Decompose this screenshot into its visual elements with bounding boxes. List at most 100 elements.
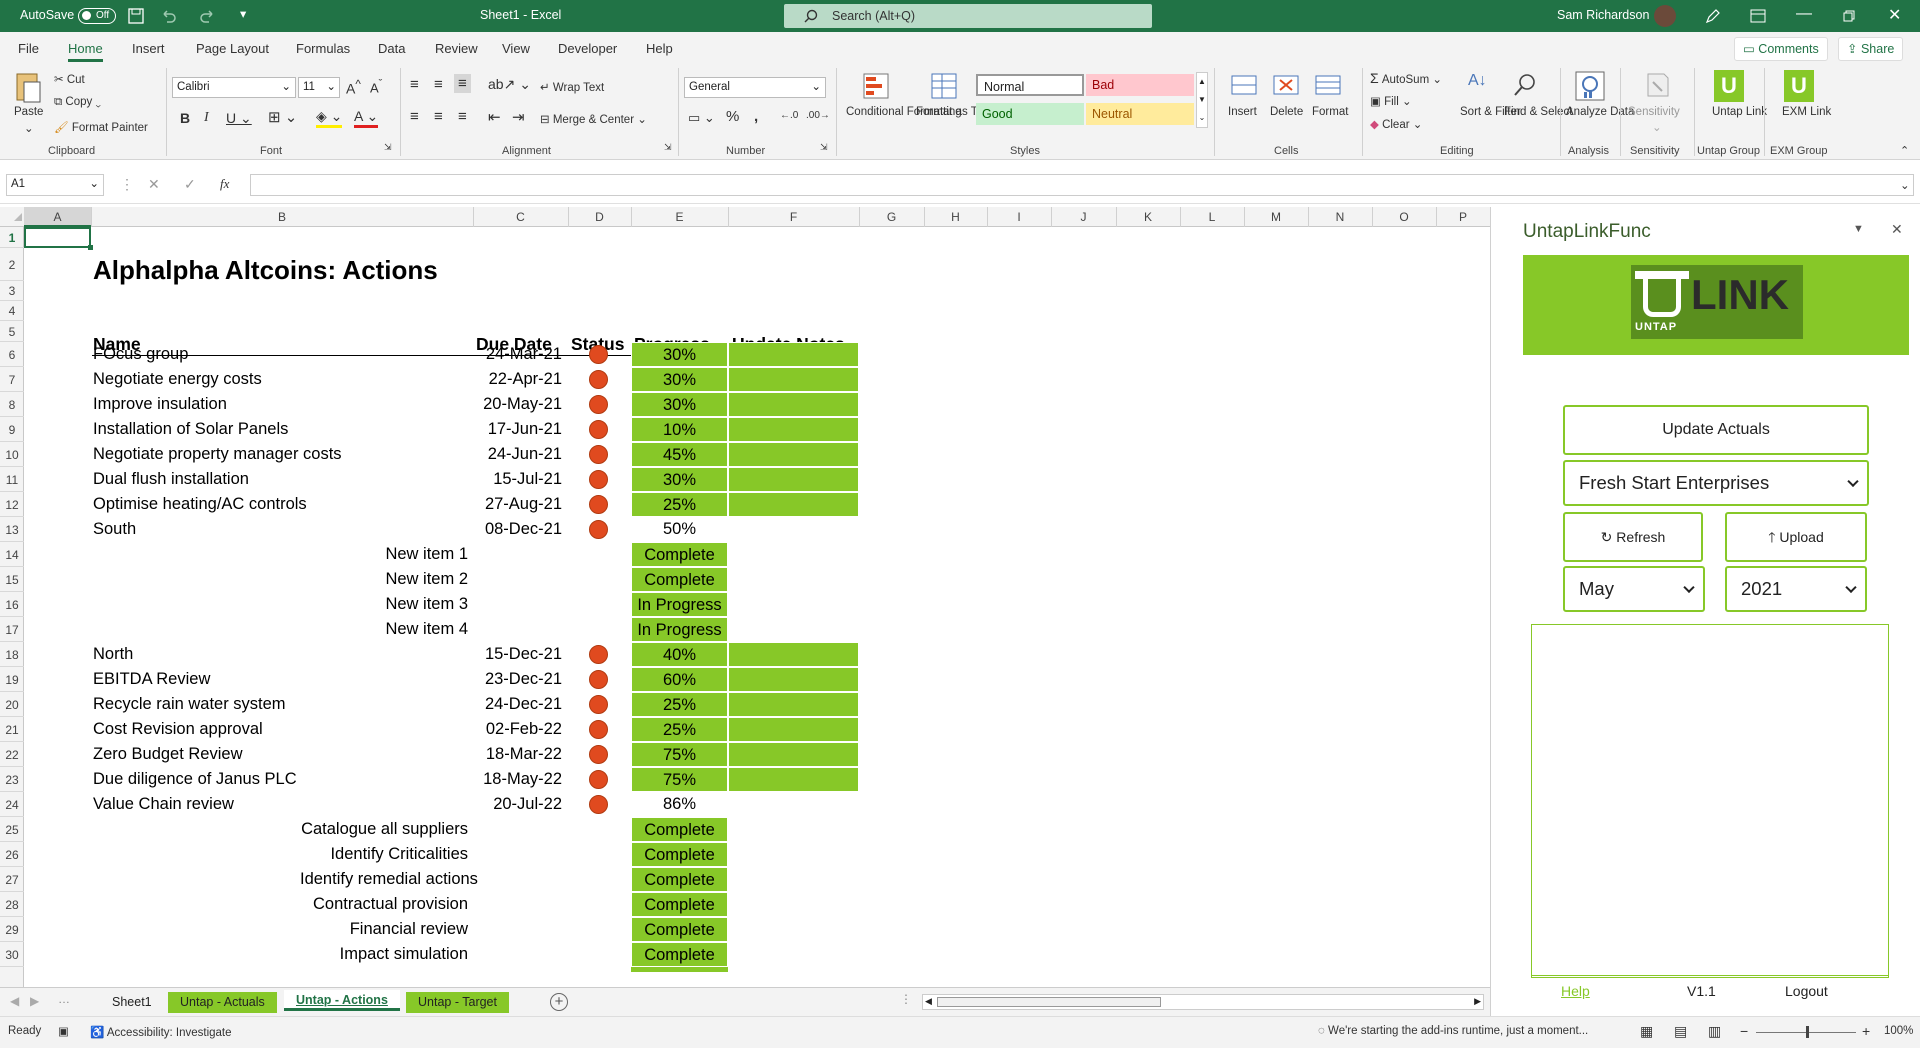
decrease-decimal-icon[interactable]: .00→ xyxy=(806,110,830,121)
upload-button[interactable]: 🡑 Upload xyxy=(1725,512,1867,562)
style-bad[interactable]: Bad xyxy=(1086,74,1194,96)
column-header-l[interactable]: L xyxy=(1180,210,1244,224)
merge-center-button[interactable]: ⊟ Merge & Center ⌄ xyxy=(540,112,647,126)
row-header[interactable]: 21 xyxy=(0,723,24,737)
row-header[interactable]: 27 xyxy=(0,873,24,887)
number-launcher-icon[interactable]: ⇲ xyxy=(820,142,828,153)
column-header-a[interactable]: A xyxy=(24,207,91,227)
column-header-e[interactable]: E xyxy=(631,210,728,224)
horizontal-scroll-thumb[interactable] xyxy=(937,997,1161,1007)
row-header[interactable]: 28 xyxy=(0,898,24,912)
row-header[interactable]: 5 xyxy=(0,325,24,339)
orientation-icon[interactable]: ab↗ ⌄ xyxy=(488,76,531,93)
sheet-tab-untap-actions[interactable]: Untap - Actions xyxy=(284,990,400,1011)
conditional-formatting-button[interactable]: Conditional Formatting xyxy=(846,105,962,119)
decrease-indent-icon[interactable]: ⇤ xyxy=(488,108,501,126)
column-header-i[interactable]: I xyxy=(987,210,1051,224)
row-header[interactable]: 17 xyxy=(0,623,24,637)
avatar[interactable] xyxy=(1654,5,1676,27)
row-header[interactable]: 13 xyxy=(0,523,24,537)
row-header[interactable]: 23 xyxy=(0,773,24,787)
analyze-data-button[interactable]: Analyze Data xyxy=(1566,105,1634,119)
tab-formulas[interactable]: Formulas xyxy=(296,41,350,56)
style-normal[interactable]: Normal xyxy=(976,74,1084,96)
expand-formula-icon[interactable]: ⌄ xyxy=(1900,178,1910,192)
page-break-view-icon[interactable]: ▥ xyxy=(1708,1023,1721,1040)
untap-link-icon[interactable]: U xyxy=(1714,70,1744,102)
column-header-g[interactable]: G xyxy=(859,210,924,224)
fill-button[interactable]: ▣ Fill ⌄ xyxy=(1370,94,1412,108)
output-area[interactable] xyxy=(1531,624,1889,978)
undo-icon[interactable] xyxy=(160,8,176,24)
insert-function-icon[interactable]: fx xyxy=(220,176,229,192)
font-launcher-icon[interactable]: ⇲ xyxy=(384,142,392,153)
row-header[interactable]: 3 xyxy=(0,284,24,298)
zoom-out-icon[interactable]: − xyxy=(1740,1023,1748,1039)
increase-font-icon[interactable]: A^ xyxy=(346,78,361,97)
paste-dropdown-icon[interactable]: ⌄ xyxy=(24,121,34,135)
collapse-ribbon-icon[interactable]: ⌃ xyxy=(1900,144,1909,157)
tab-home[interactable]: Home xyxy=(68,41,103,62)
analyze-data-icon[interactable] xyxy=(1574,70,1606,102)
row-header[interactable]: 4 xyxy=(0,304,24,318)
percent-icon[interactable]: % xyxy=(726,108,739,125)
paste-icon[interactable] xyxy=(14,70,42,104)
align-center-icon[interactable]: ≡ xyxy=(434,108,443,125)
italic-icon[interactable]: I xyxy=(204,110,209,126)
customize-qat-icon[interactable]: ▾ xyxy=(240,6,246,21)
company-select[interactable]: Fresh Start Enterprises xyxy=(1563,460,1869,506)
format-cells-icon[interactable] xyxy=(1314,72,1342,98)
row-header[interactable]: 29 xyxy=(0,923,24,937)
active-cell[interactable] xyxy=(24,227,91,248)
format-as-table-button[interactable]: Format as Table xyxy=(916,105,998,119)
delete-button[interactable]: Delete xyxy=(1270,106,1303,118)
conditional-formatting-icon[interactable] xyxy=(862,72,890,100)
tab-developer[interactable]: Developer xyxy=(558,41,617,56)
minimize-icon[interactable]: — xyxy=(1796,5,1812,23)
style-good[interactable]: Good xyxy=(976,103,1084,125)
find-select-icon[interactable] xyxy=(1512,72,1538,98)
sheet-tab-sheet1[interactable]: Sheet1 xyxy=(100,992,164,1013)
year-select[interactable]: 2021 xyxy=(1725,566,1867,612)
zoom-slider-thumb[interactable] xyxy=(1806,1026,1809,1038)
zoom-in-icon[interactable]: + xyxy=(1862,1023,1870,1039)
close-icon[interactable]: ✕ xyxy=(1888,5,1901,25)
sheet-tab-untap-target[interactable]: Untap - Target xyxy=(406,992,509,1013)
next-sheet-icon[interactable]: ▶ xyxy=(30,994,39,1008)
row-header[interactable]: 16 xyxy=(0,598,24,612)
column-header-b[interactable]: B xyxy=(91,210,473,224)
comments-button[interactable]: ▭ Comments xyxy=(1734,37,1828,61)
tab-file[interactable]: File xyxy=(18,41,39,56)
align-bottom-icon[interactable]: ≡ xyxy=(454,74,471,93)
month-select[interactable]: May xyxy=(1563,566,1705,612)
fill-color-icon[interactable]: ◈ ⌄ xyxy=(316,108,343,128)
normal-view-icon[interactable]: ▦ xyxy=(1640,1023,1653,1040)
add-sheet-icon[interactable]: + xyxy=(550,993,568,1011)
untap-link-button[interactable]: Untap Link xyxy=(1712,105,1767,119)
row-header[interactable]: 2 xyxy=(0,258,24,272)
sheet-tab-untap-actuals[interactable]: Untap - Actuals xyxy=(168,992,277,1013)
exm-link-button[interactable]: EXM Link xyxy=(1782,105,1831,119)
bold-icon[interactable]: B xyxy=(180,110,190,126)
cut-button[interactable]: ✂ Cut xyxy=(54,72,85,86)
styles-scroll-icon[interactable]: ▲ ▼ ⌄ xyxy=(1196,72,1208,128)
increase-indent-icon[interactable]: ⇥ xyxy=(512,108,525,126)
row-header[interactable]: 1 xyxy=(0,231,24,245)
formula-input[interactable] xyxy=(250,174,1914,196)
search-box[interactable]: Search (Alt+Q) xyxy=(784,4,1152,28)
copy-button[interactable]: ⧉ Copy ⌄ xyxy=(54,96,101,109)
currency-icon[interactable]: ▭ ⌄ xyxy=(688,110,715,126)
alignment-launcher-icon[interactable]: ⇲ xyxy=(664,142,672,153)
row-header[interactable]: 25 xyxy=(0,823,24,837)
update-actuals-button[interactable]: Update Actuals xyxy=(1563,405,1869,455)
font-name-select[interactable]: Calibri ⌄ xyxy=(172,77,296,98)
logout-link[interactable]: Logout xyxy=(1785,983,1828,999)
row-header[interactable]: 10 xyxy=(0,448,24,462)
cancel-icon[interactable]: ✕ xyxy=(148,176,160,193)
align-middle-icon[interactable]: ≡ xyxy=(434,76,443,93)
row-header[interactable]: 24 xyxy=(0,798,24,812)
delete-cells-icon[interactable] xyxy=(1272,72,1300,98)
more-sheets-icon[interactable]: … xyxy=(58,992,70,1006)
column-header-j[interactable]: J xyxy=(1051,210,1116,224)
align-left-icon[interactable]: ≡ xyxy=(410,108,419,125)
